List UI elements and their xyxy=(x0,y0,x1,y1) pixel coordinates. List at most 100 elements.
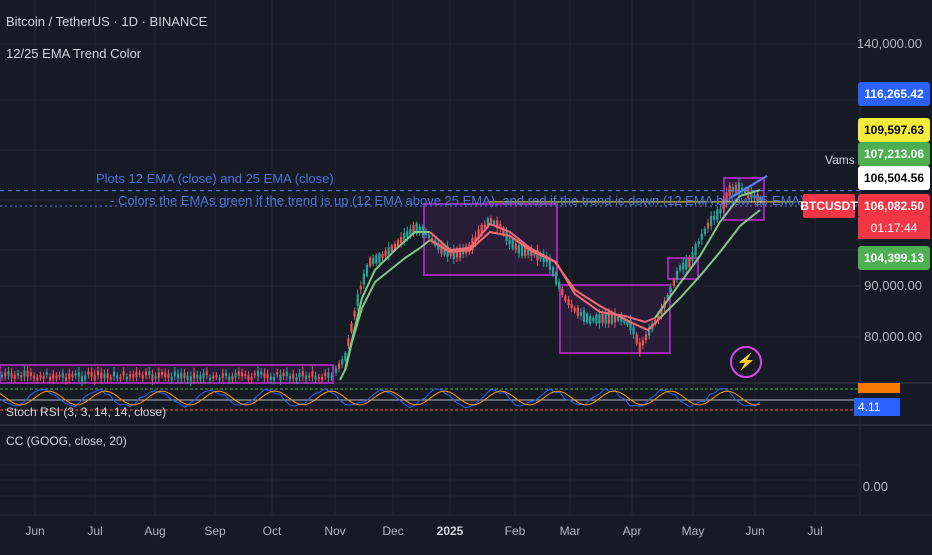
candle-39 xyxy=(125,376,128,380)
candle-108 xyxy=(347,338,350,346)
time-tick-2: Aug xyxy=(144,524,166,538)
candle-24 xyxy=(77,371,80,378)
candle-32 xyxy=(103,373,106,378)
candle-122 xyxy=(390,245,393,252)
candle-154 xyxy=(489,218,493,223)
candle-15 xyxy=(49,376,51,380)
candle-68 xyxy=(218,377,221,380)
candle-65 xyxy=(209,377,211,381)
candle-18 xyxy=(58,374,61,377)
candle-178 xyxy=(564,296,567,301)
candle-111 xyxy=(356,294,359,306)
candle-221 xyxy=(697,241,700,245)
candle-11 xyxy=(36,377,39,381)
candle-97 xyxy=(311,371,314,377)
candle-86 xyxy=(276,372,279,375)
candle-175 xyxy=(555,272,558,285)
candle-186 xyxy=(589,316,592,324)
candle-42 xyxy=(135,371,138,377)
stoch-rsi-label[interactable]: Stoch RSI (3, 3, 14, 14, close) xyxy=(6,405,166,419)
symbol-tag: BTCUSDT xyxy=(800,194,858,218)
candle-182 xyxy=(576,307,579,317)
candle-14 xyxy=(45,372,48,375)
time-tick-5: Nov xyxy=(324,524,346,538)
stoch-value-badge: 4.11 xyxy=(854,398,900,416)
candle-64 xyxy=(205,371,208,376)
candle-162 xyxy=(514,243,517,250)
candle-185 xyxy=(586,313,589,323)
candle-225 xyxy=(710,215,713,226)
candle-54 xyxy=(173,371,176,377)
candle-16 xyxy=(52,374,55,380)
candle-48 xyxy=(154,375,157,379)
candle-216 xyxy=(682,262,685,270)
candle-49 xyxy=(157,372,160,378)
time-tick-6: Dec xyxy=(382,524,404,538)
candle-204 xyxy=(644,334,648,341)
candle-200 xyxy=(632,326,635,335)
candle-58 xyxy=(186,375,189,380)
time-tick-3: Sep xyxy=(204,524,226,538)
indicator-title[interactable]: 12/25 EMA Trend Color xyxy=(6,46,141,61)
cc-label[interactable]: CC (GOOG, close, 20) xyxy=(6,434,127,448)
candle-52 xyxy=(167,373,170,378)
countdown: 01:17:44 xyxy=(858,217,930,239)
candle-125 xyxy=(400,236,403,243)
chart-svg[interactable] xyxy=(0,0,932,550)
candle-104 xyxy=(334,368,338,373)
candle-2 xyxy=(7,371,10,376)
candle-37 xyxy=(119,376,122,380)
lightning-icon[interactable]: ⚡ xyxy=(730,346,762,378)
candle-91 xyxy=(292,374,295,379)
candle-83 xyxy=(266,373,269,379)
candle-115 xyxy=(369,257,372,267)
candle-233 xyxy=(734,185,737,193)
candle-116 xyxy=(372,257,375,264)
candle-124 xyxy=(396,240,400,246)
chart-area[interactable] xyxy=(0,0,932,550)
candle-76 xyxy=(244,373,247,377)
candle-90 xyxy=(289,376,291,380)
candle-23 xyxy=(74,373,77,376)
candle-215 xyxy=(679,265,682,271)
candle-47 xyxy=(151,374,154,381)
candle-223 xyxy=(703,228,706,234)
candle-70 xyxy=(225,372,227,377)
candle-21 xyxy=(68,373,71,379)
candle-160 xyxy=(508,238,511,245)
candle-220 xyxy=(694,243,697,256)
candle-12 xyxy=(39,374,42,378)
candle-118 xyxy=(378,253,381,263)
candle-27 xyxy=(87,371,90,375)
candle-101 xyxy=(324,372,327,377)
candle-13 xyxy=(42,375,45,380)
candle-69 xyxy=(221,373,224,378)
candle-164 xyxy=(520,245,524,257)
candle-219 xyxy=(691,252,694,261)
candle-103 xyxy=(330,375,333,378)
candle-1 xyxy=(4,372,7,377)
candle-25 xyxy=(81,376,83,382)
candle-71 xyxy=(228,376,231,381)
time-tick-0: Jun xyxy=(25,524,45,538)
candle-57 xyxy=(183,373,186,378)
candle-78 xyxy=(250,376,253,381)
candle-20 xyxy=(65,376,67,381)
candle-62 xyxy=(199,375,202,380)
candle-55 xyxy=(177,373,179,379)
candle-188 xyxy=(595,314,598,324)
candle-138 xyxy=(440,243,443,254)
candle-112 xyxy=(359,286,362,290)
price-tick-90000: 90,000.00 xyxy=(864,278,922,293)
candle-5 xyxy=(17,373,19,376)
candle-105 xyxy=(338,363,341,369)
candle-134 xyxy=(427,234,431,239)
candle-56 xyxy=(180,372,183,379)
candle-181 xyxy=(573,307,576,312)
candle-72 xyxy=(231,376,234,380)
candle-89 xyxy=(285,371,288,377)
candle-155 xyxy=(493,220,496,225)
candle-110 xyxy=(353,310,356,317)
candle-40 xyxy=(129,374,131,378)
candle-163 xyxy=(517,244,520,254)
